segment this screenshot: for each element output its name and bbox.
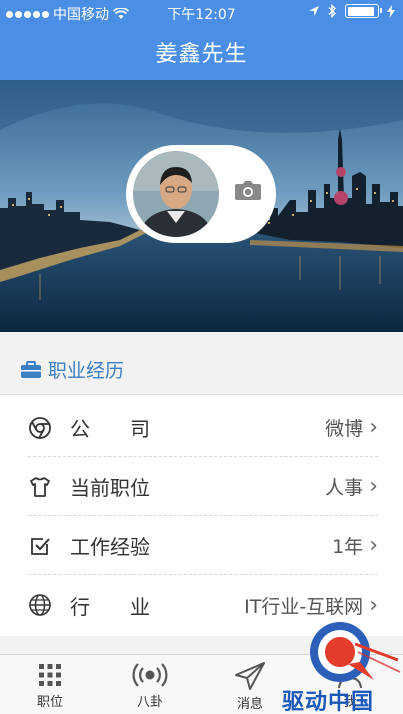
career-label: 当前职位 bbox=[70, 476, 150, 500]
career-row-experience[interactable]: 工作经验 1年 › bbox=[28, 517, 378, 575]
battery-icon bbox=[345, 4, 382, 18]
avatar[interactable] bbox=[130, 148, 222, 240]
career-row-company[interactable]: 公 司 微博 › bbox=[28, 399, 378, 457]
send-icon bbox=[235, 662, 265, 690]
broadcast-icon bbox=[132, 663, 168, 687]
watermark-text: 驱动中国 bbox=[282, 690, 375, 714]
globe-icon bbox=[29, 594, 51, 616]
tab-messages[interactable]: 消息 bbox=[210, 661, 290, 712]
status-bar: 中国移动 下午12:07 bbox=[0, 0, 403, 24]
tab-jobs[interactable]: 职位 bbox=[10, 661, 90, 710]
shirt-icon bbox=[30, 476, 50, 497]
tab-gossip[interactable]: 八卦 bbox=[110, 661, 190, 710]
camera-icon[interactable] bbox=[234, 178, 262, 202]
briefcase-icon bbox=[21, 360, 41, 378]
career-value: 微博 bbox=[325, 418, 364, 440]
tab-label: 职位 bbox=[36, 695, 63, 710]
bluetooth-icon bbox=[328, 4, 336, 18]
charging-icon bbox=[387, 4, 395, 18]
grid-icon bbox=[39, 664, 61, 686]
navbar: 姜鑫先生 bbox=[0, 24, 403, 80]
section-title: 职业经历 bbox=[48, 360, 125, 382]
career-label: 工作经验 bbox=[70, 535, 150, 559]
tab-label: 消息 bbox=[236, 697, 263, 712]
checkbox-icon bbox=[31, 537, 50, 555]
career-value: 1年 bbox=[332, 536, 364, 558]
location-icon bbox=[309, 6, 319, 16]
tab-label: 八卦 bbox=[136, 695, 163, 710]
page-title: 姜鑫先生 bbox=[155, 42, 248, 67]
career-value: 人事 bbox=[325, 477, 364, 499]
chrome-icon bbox=[29, 416, 51, 439]
career-label: 行 业 bbox=[70, 594, 150, 619]
chevron-right-icon: › bbox=[369, 533, 378, 558]
career-row-position[interactable]: 当前职位 人事 › bbox=[28, 458, 378, 516]
chevron-right-icon: › bbox=[369, 474, 378, 499]
chevron-right-icon: › bbox=[369, 415, 378, 440]
career-section: 职业经历 bbox=[0, 332, 403, 394]
career-label: 公 司 bbox=[70, 417, 150, 441]
career-list: 公 司 微博 › 当前职位 人事 › 工作经验 1年 › 行 业 IT行业-互联网 › bbox=[0, 394, 403, 636]
